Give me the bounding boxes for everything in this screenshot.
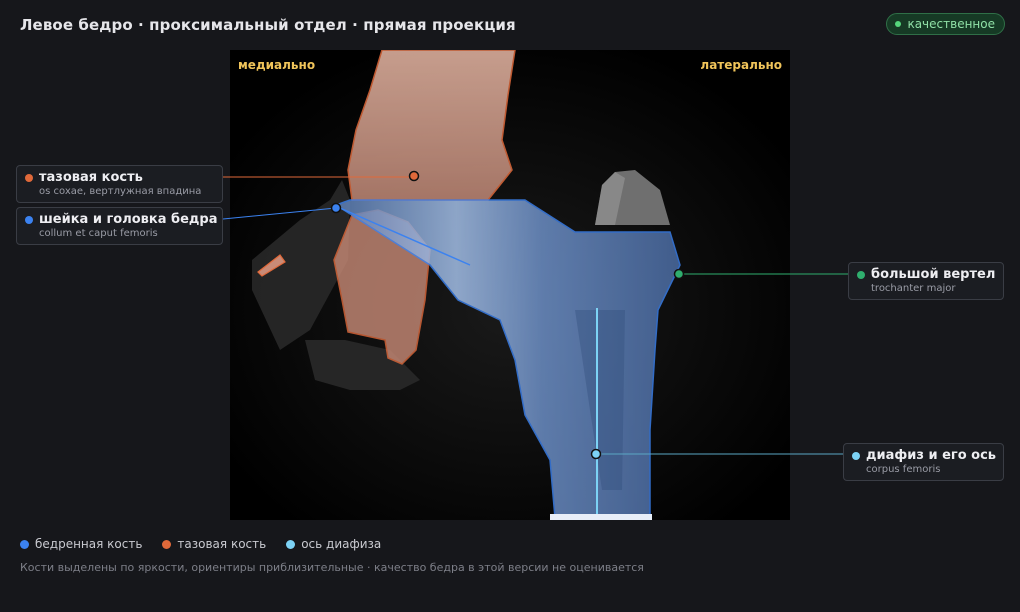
callout-pelvis-name: тазовая кость [39,170,143,185]
legend-pelvis-label: тазовая кость [177,537,267,551]
axis-legend-dot-icon [286,539,296,549]
legend-item-pelvis: тазовая кость [162,537,266,551]
legend-item-axis: ось диафиза [286,537,381,551]
callout-neck-latin: collum et caput femoris [39,228,158,239]
pelvis-legend-dot-icon [162,539,172,549]
shaft-dot-icon [852,451,860,460]
orientation-lateral-label: латерально [700,58,782,72]
legend-axis-label: ось диафиза [301,537,382,551]
callout-pelvis[interactable]: тазовая кость os coxae, вертлужная впади… [16,165,223,203]
quality-badge-label: качественное [907,17,995,31]
callout-shaft-latin: corpus femoris [866,464,941,475]
femur-legend-dot-icon [20,539,29,549]
status-dot-icon [895,21,902,27]
callout-shaft[interactable]: диафиз и его ось corpus femoris [843,443,1004,481]
orientation-medial-label: медиально [238,58,316,72]
neck-dot-icon [25,215,33,224]
legend-femur-label: бедренная кость [35,537,143,551]
pelvis-dot-icon [25,173,33,182]
trochanter-dot-icon [857,270,865,279]
callout-neck[interactable]: шейка и головка бедра collum et caput fe… [16,207,223,245]
xray-viewer[interactable]: медиально латерально [230,50,790,520]
legend: бедренная кость тазовая кость ось диафиз… [20,537,381,551]
callout-trochanter[interactable]: большой вертел trochanter major [848,262,1004,300]
callout-neck-name: шейка и головка бедра [39,212,218,227]
xray-image [230,50,790,520]
callout-shaft-name: диафиз и его ось [866,448,997,463]
quality-badge: качественное [886,13,1005,35]
footnote: Кости выделены по яркости, ориентиры при… [20,561,644,574]
callout-trochanter-name: большой вертел [871,267,996,282]
page-title: Левое бедро · проксимальный отдел · прям… [20,16,516,34]
callout-pelvis-latin: os coxae, вертлужная впадина [39,186,202,197]
callout-trochanter-latin: trochanter major [871,283,956,294]
legend-item-femur: бедренная кость [20,537,142,551]
